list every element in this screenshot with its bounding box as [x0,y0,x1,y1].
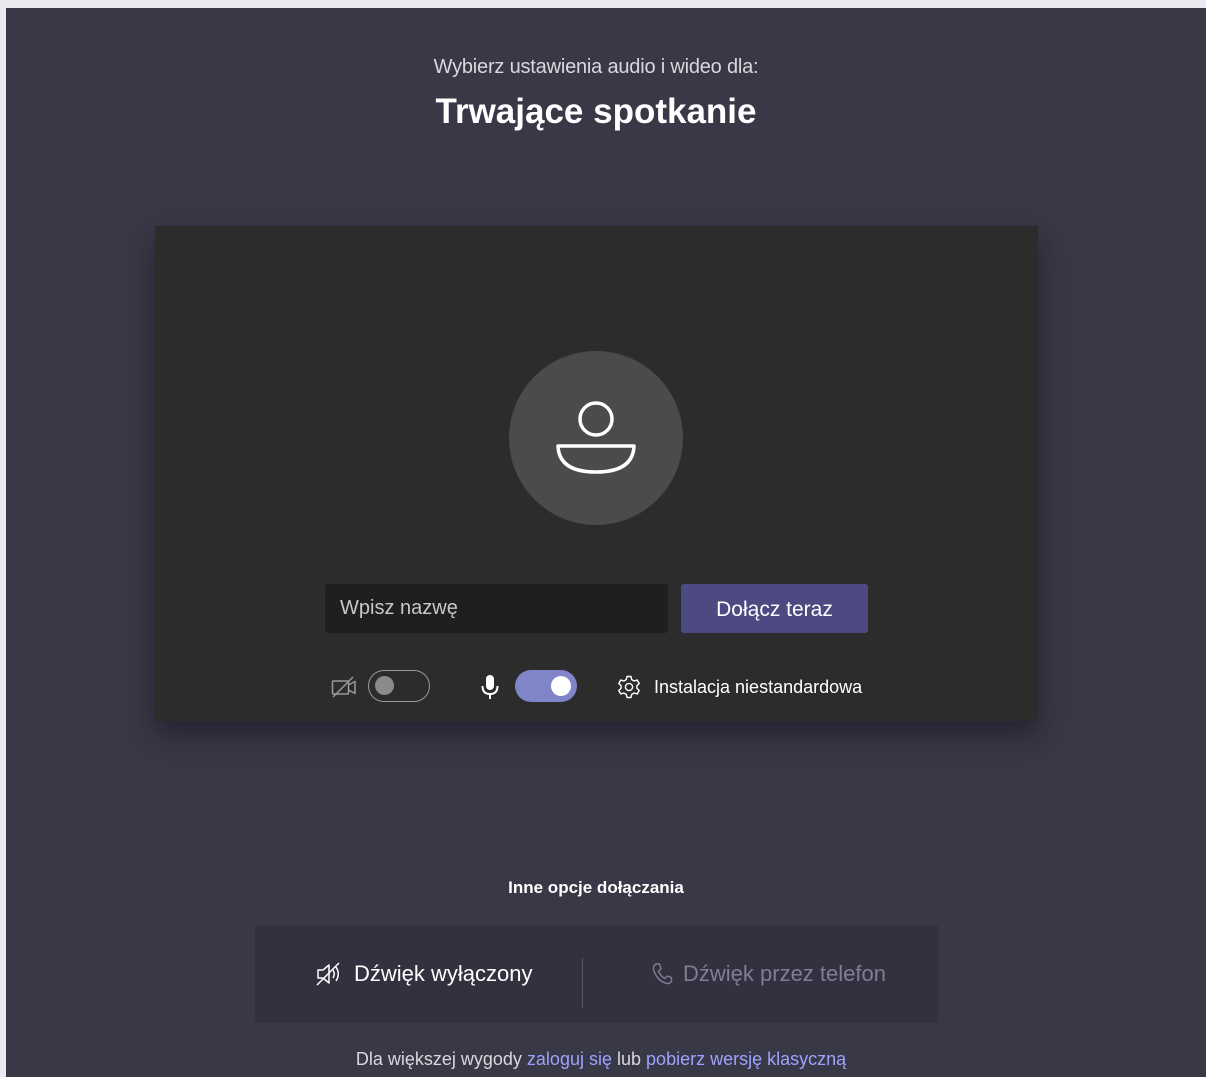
camera-off-icon [331,676,356,698]
custom-setup-link[interactable]: Instalacja niestandardowa [654,677,862,698]
phone-icon [652,963,673,985]
footer-middle: lub [617,1049,642,1069]
other-join-options-heading: Inne opcje dołączania [508,878,684,897]
phone-audio-label: Dźwięk przez telefon [683,961,886,986]
video-preview-panel: Dołącz teraz Instalacja ni [155,226,1038,721]
toggle-knob [375,676,394,695]
footer-text: Dla większej wygody zaloguj się lub pobi… [6,1049,1196,1070]
audio-off-label: Dźwięk wyłączony [354,961,533,986]
avatar [509,351,683,525]
name-input[interactable] [325,584,668,633]
microphone-icon [481,675,499,699]
audio-off-button[interactable]: Dźwięk wyłączony [255,925,582,1023]
prejoin-screen: Wybierz ustawienia audio i wideo dla: Tr… [6,8,1206,1077]
page-title: Trwające spotkanie [435,92,757,131]
device-controls: Instalacja niestandardowa [155,670,1038,704]
download-desktop-link[interactable]: pobierz wersję klasyczną [646,1049,846,1069]
speaker-off-icon [316,962,340,986]
page-subtitle: Wybierz ustawienia audio i wideo dla: [433,56,759,78]
footer-prefix: Dla większej wygody [355,1049,522,1069]
toggle-knob [551,676,571,696]
gear-icon[interactable] [616,674,642,700]
phone-audio-button[interactable]: Dźwięk przez telefon [583,925,938,1023]
person-icon [556,401,636,474]
sign-in-link[interactable]: zaloguj się [527,1049,612,1069]
join-options-box: Dźwięk wyłączony Dźwięk przez telefon [255,925,938,1023]
join-now-button[interactable]: Dołącz teraz [681,584,868,633]
microphone-toggle[interactable] [515,670,577,702]
camera-toggle[interactable] [368,670,430,702]
